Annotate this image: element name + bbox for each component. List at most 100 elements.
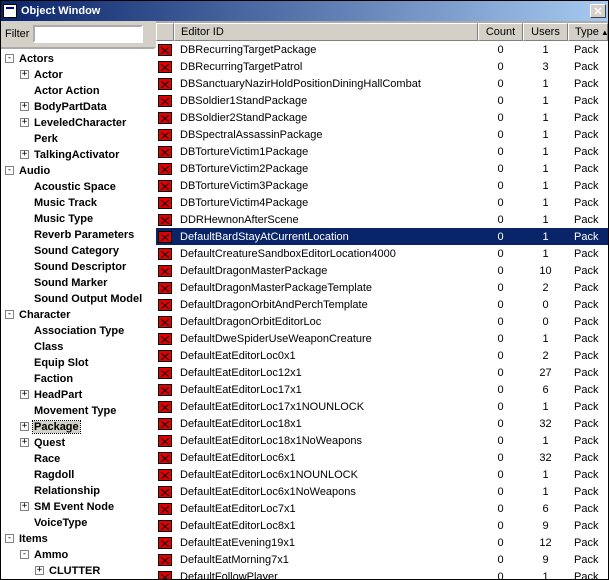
tree-item[interactable]: Movement Type <box>1 403 154 419</box>
table-row[interactable]: DefaultBardStayAtCurrentLocation01Pack <box>156 228 608 245</box>
table-row[interactable]: DefaultEatEditorLoc6x1NOUNLOCK01Pack <box>156 466 608 483</box>
tree-item[interactable]: Sound Category <box>1 243 154 259</box>
table-row[interactable]: DBSoldier1StandPackage01Pack <box>156 92 608 109</box>
tree-item[interactable]: Sound Descriptor <box>1 259 154 275</box>
table-row[interactable]: DefaultDragonOrbitEditorLoc00Pack <box>156 313 608 330</box>
tree-toggle-icon[interactable]: - <box>5 310 14 319</box>
tree-toggle-icon[interactable]: + <box>20 502 29 511</box>
table-row[interactable]: DefaultEatEditorLoc6x1NoWeapons01Pack <box>156 483 608 500</box>
tree-item[interactable]: Faction <box>1 371 154 387</box>
tree-item[interactable]: Race <box>1 451 154 467</box>
tree-item[interactable]: +Quest <box>1 435 154 451</box>
filter-input[interactable] <box>33 25 143 43</box>
row-users: 1 <box>523 248 568 260</box>
tree-label: Ammo <box>33 549 69 561</box>
tree-item[interactable]: +HeadPart <box>1 387 154 403</box>
table-row[interactable]: DBSanctuaryNazirHoldPositionDiningHallCo… <box>156 75 608 92</box>
list-pane: Editor ID Count Users Type▲ DBRecurringT… <box>156 21 608 579</box>
tree-item[interactable]: +LeveledCharacter <box>1 115 154 131</box>
table-row[interactable]: DefaultEatEditorLoc17x106Pack <box>156 381 608 398</box>
tree-item[interactable]: Reverb Parameters <box>1 227 154 243</box>
table-row[interactable]: DBSpectralAssassinPackage01Pack <box>156 126 608 143</box>
row-count: 0 <box>478 112 523 124</box>
tree-toggle-icon[interactable]: - <box>5 166 14 175</box>
tree-item[interactable]: Actor Action <box>1 83 154 99</box>
row-icon <box>156 78 174 90</box>
tree-pane[interactable]: -Actors+ActorActor Action+BodyPartData+L… <box>1 47 156 579</box>
tree-item[interactable]: -Items <box>1 531 154 547</box>
tree-item[interactable]: +BodyPartData <box>1 99 154 115</box>
table-row[interactable]: DefaultEatEditorLoc12x1027Pack <box>156 364 608 381</box>
table-row[interactable]: DBTortureVictim4Package01Pack <box>156 194 608 211</box>
tree-toggle-icon[interactable]: + <box>20 102 29 111</box>
table-row[interactable]: DefaultFollowPlayer01Pack <box>156 568 608 579</box>
tree-item[interactable]: -Ammo <box>1 547 154 563</box>
row-icon <box>156 503 174 515</box>
tree-toggle-icon[interactable]: + <box>20 422 29 431</box>
table-row[interactable]: DefaultEatEditorLoc7x106Pack <box>156 500 608 517</box>
tree-toggle-icon[interactable]: + <box>20 390 29 399</box>
tree-item[interactable]: Music Type <box>1 211 154 227</box>
table-row[interactable]: DefaultEatEditorLoc0x102Pack <box>156 347 608 364</box>
tree-toggle-icon <box>20 326 29 335</box>
tree-item[interactable]: Equip Slot <box>1 355 154 371</box>
tree-toggle-icon[interactable]: + <box>20 70 29 79</box>
table-row[interactable]: DBTortureVictim3Package01Pack <box>156 177 608 194</box>
table-row[interactable]: DefaultEatMorning7x109Pack <box>156 551 608 568</box>
table-row[interactable]: DefaultCreatureSandboxEditorLocation4000… <box>156 245 608 262</box>
col-editor-id[interactable]: Editor ID <box>174 23 478 41</box>
table-row[interactable]: DefaultEatEditorLoc18x1NoWeapons01Pack <box>156 432 608 449</box>
list-body[interactable]: DBRecurringTargetPackage01PackDBRecurrin… <box>156 41 608 579</box>
tree-item[interactable]: VoiceType <box>1 515 154 531</box>
tree-toggle-icon[interactable]: + <box>20 150 29 159</box>
close-button[interactable]: ✕ <box>590 4 606 18</box>
tree-item[interactable]: Sound Output Model <box>1 291 154 307</box>
tree-item[interactable]: Relationship <box>1 483 154 499</box>
tree-toggle-icon[interactable]: - <box>5 54 14 63</box>
tree-toggle-icon[interactable]: - <box>5 534 14 543</box>
table-row[interactable]: DefaultDragonMasterPackageTemplate02Pack <box>156 279 608 296</box>
tree-toggle-icon[interactable]: + <box>20 438 29 447</box>
table-row[interactable]: DBRecurringTargetPatrol03Pack <box>156 58 608 75</box>
tree-toggle-icon[interactable]: + <box>20 118 29 127</box>
col-count[interactable]: Count <box>478 23 523 41</box>
table-row[interactable]: DDRHewnonAfterScene01Pack <box>156 211 608 228</box>
tree-item[interactable]: +CLUTTER <box>1 563 154 579</box>
tree-item[interactable]: -Actors <box>1 51 154 67</box>
tree-item[interactable]: +SM Event Node <box>1 499 154 515</box>
deleted-marker-icon <box>158 316 172 328</box>
tree-toggle-icon[interactable]: + <box>35 566 44 575</box>
table-row[interactable]: DBRecurringTargetPackage01Pack <box>156 41 608 58</box>
tree-item[interactable]: Association Type <box>1 323 154 339</box>
tree-item[interactable]: Acoustic Space <box>1 179 154 195</box>
tree-item[interactable]: Sound Marker <box>1 275 154 291</box>
col-icon[interactable] <box>156 23 174 41</box>
deleted-marker-icon <box>158 44 172 56</box>
tree-item[interactable]: +Package <box>1 419 154 435</box>
table-row[interactable]: DefaultDweSpiderUseWeaponCreature01Pack <box>156 330 608 347</box>
tree-item[interactable]: Ragdoll <box>1 467 154 483</box>
tree-item[interactable]: -Audio <box>1 163 154 179</box>
table-row[interactable]: DefaultDragonMasterPackage010Pack <box>156 262 608 279</box>
row-type: Pack <box>568 537 608 549</box>
tree-item[interactable]: Music Track <box>1 195 154 211</box>
col-type[interactable]: Type▲ <box>568 23 608 41</box>
tree-toggle-icon[interactable]: - <box>20 550 29 559</box>
tree-item[interactable]: +TalkingActivator <box>1 147 154 163</box>
col-users[interactable]: Users <box>523 23 568 41</box>
table-row[interactable]: DefaultEatEditorLoc17x1NOUNLOCK01Pack <box>156 398 608 415</box>
table-row[interactable]: DBSoldier2StandPackage01Pack <box>156 109 608 126</box>
tree-item[interactable]: Perk <box>1 131 154 147</box>
table-row[interactable]: DBTortureVictim1Package01Pack <box>156 143 608 160</box>
tree-item[interactable]: +Actor <box>1 67 154 83</box>
tree-item[interactable]: -Character <box>1 307 154 323</box>
row-icon <box>156 435 174 447</box>
table-row[interactable]: DefaultEatEditorLoc6x1032Pack <box>156 449 608 466</box>
row-type: Pack <box>568 129 608 141</box>
table-row[interactable]: DefaultEatEditorLoc18x1032Pack <box>156 415 608 432</box>
table-row[interactable]: DefaultEatEvening19x1012Pack <box>156 534 608 551</box>
table-row[interactable]: DefaultDragonOrbitAndPerchTemplate00Pack <box>156 296 608 313</box>
table-row[interactable]: DefaultEatEditorLoc8x109Pack <box>156 517 608 534</box>
tree-item[interactable]: Class <box>1 339 154 355</box>
table-row[interactable]: DBTortureVictim2Package01Pack <box>156 160 608 177</box>
